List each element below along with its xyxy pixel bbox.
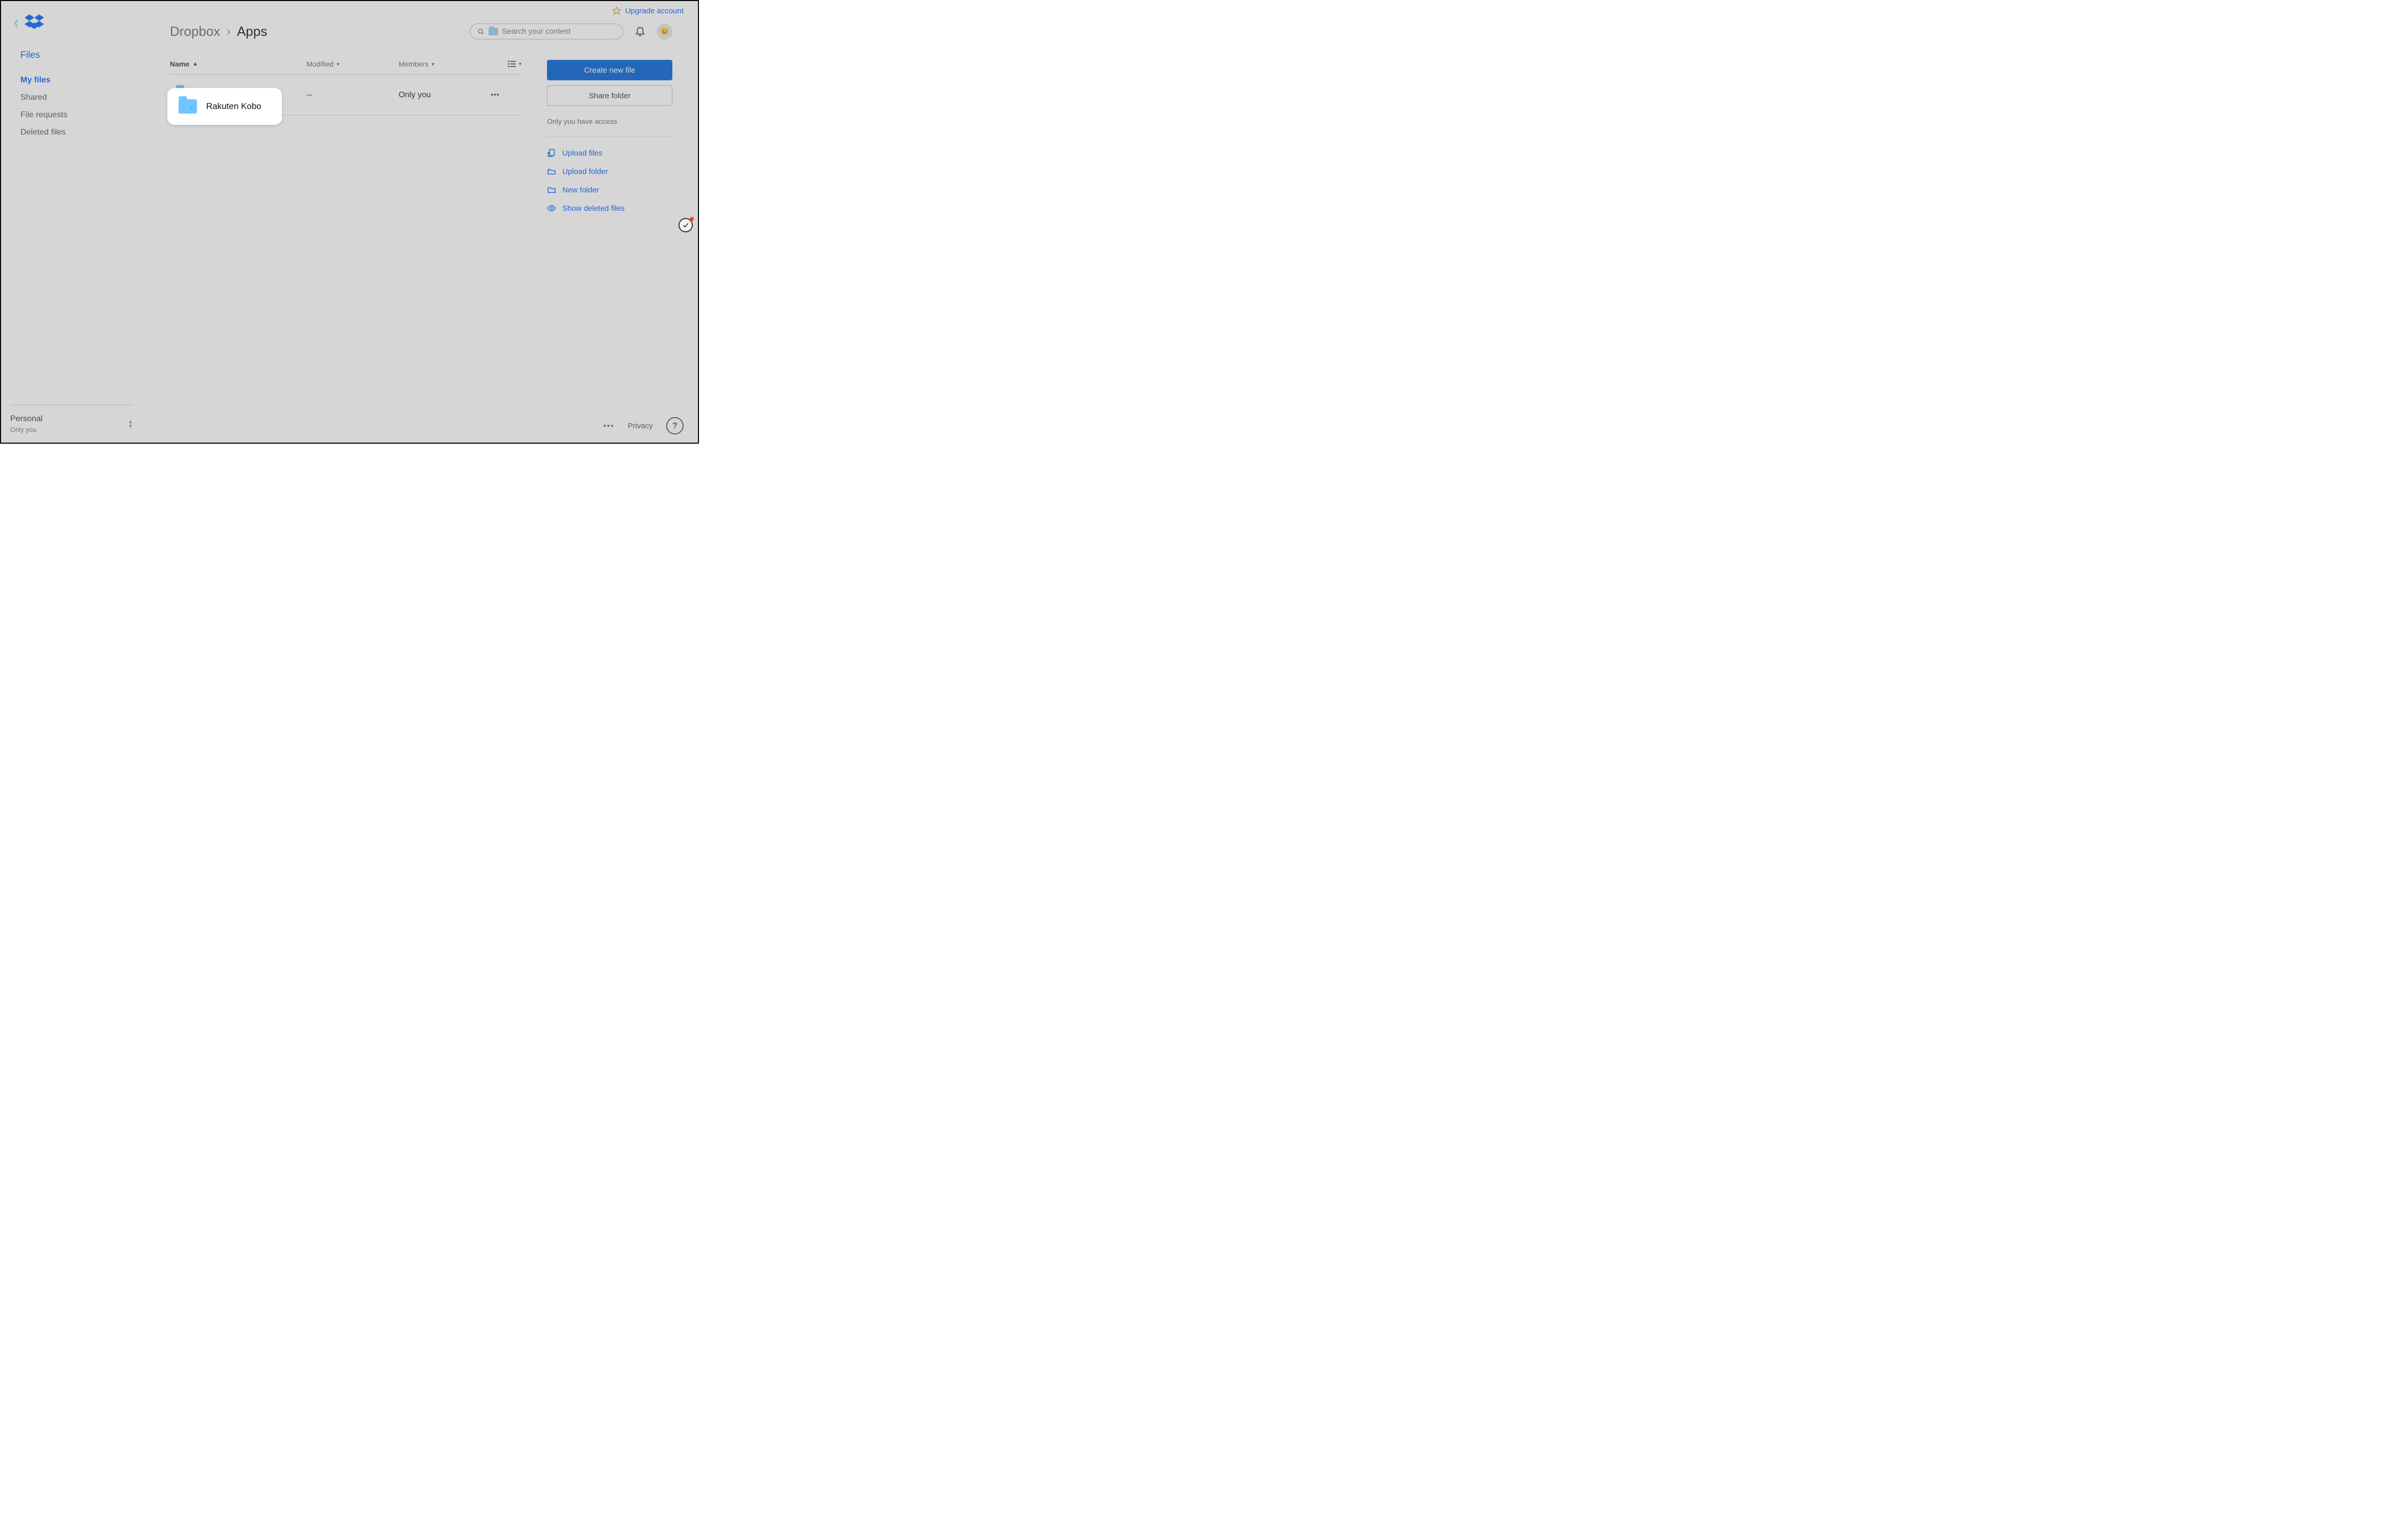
- privacy-link[interactable]: Privacy: [628, 422, 653, 430]
- upload-folder-icon: [547, 167, 556, 176]
- upload-files-link[interactable]: Upload files: [547, 148, 672, 158]
- create-new-file-button[interactable]: Create new file: [547, 60, 672, 80]
- access-text: Only you have access: [547, 117, 672, 125]
- breadcrumb-separator-icon: ›: [226, 24, 231, 39]
- upload-files-icon: [547, 148, 556, 158]
- list-view-icon: [508, 60, 516, 68]
- help-icon[interactable]: ?: [666, 417, 684, 434]
- column-header-members[interactable]: Members▾: [399, 60, 491, 68]
- search-icon: [477, 28, 485, 35]
- app-folder-icon: [179, 99, 197, 114]
- new-folder-link[interactable]: New folder: [547, 185, 672, 194]
- upgrade-link[interactable]: Upgrade account: [612, 6, 684, 15]
- dropdown-icon: ▾: [431, 61, 434, 68]
- breadcrumb-current: Apps: [237, 24, 267, 39]
- sync-status-badge-icon[interactable]: [678, 218, 693, 232]
- view-mode-toggle[interactable]: ▾: [508, 60, 521, 68]
- highlighted-folder[interactable]: Rakuten Kobo: [167, 88, 282, 125]
- sidebar-item-deleted-files[interactable]: Deleted files: [20, 128, 144, 137]
- breadcrumb-root[interactable]: Dropbox: [170, 24, 220, 39]
- avatar[interactable]: 😐: [657, 24, 672, 39]
- file-members: Only you: [399, 91, 491, 100]
- upload-folder-link[interactable]: Upload folder: [547, 167, 672, 176]
- dropbox-logo-icon[interactable]: [25, 14, 44, 31]
- dropdown-icon: ▾: [337, 61, 340, 68]
- new-folder-icon: [547, 185, 556, 194]
- file-list: Name▲ Modified▾ Members▾ ▾: [170, 60, 521, 222]
- column-header-name[interactable]: Name▲: [170, 60, 307, 68]
- file-modified: --: [307, 91, 399, 100]
- notifications-icon[interactable]: [634, 25, 646, 38]
- upgrade-label: Upgrade account: [625, 7, 684, 15]
- updown-icon: ▲▼: [128, 420, 133, 429]
- row-more-icon[interactable]: •••: [491, 91, 521, 100]
- account-name: Personal: [10, 414, 42, 424]
- sidebar-item-shared[interactable]: Shared: [20, 93, 144, 102]
- sidebar: ❮ Files My files Shared File requests De…: [1, 1, 144, 443]
- eye-icon: [547, 204, 556, 213]
- search-input[interactable]: [502, 27, 616, 36]
- search-box[interactable]: [470, 24, 623, 39]
- column-header-modified[interactable]: Modified▾: [307, 60, 399, 68]
- account-sub: Only you: [10, 426, 42, 433]
- sort-asc-icon: ▲: [192, 61, 198, 67]
- sidebar-item-my-files[interactable]: My files: [20, 76, 144, 85]
- right-panel: Create new file Share folder Only you ha…: [547, 60, 672, 222]
- breadcrumb: Dropbox › Apps: [170, 24, 267, 39]
- main: Upgrade account Dropbox › Apps 😐: [144, 1, 698, 443]
- back-chevron-icon[interactable]: ❮: [13, 18, 19, 27]
- sidebar-item-file-requests[interactable]: File requests: [20, 111, 144, 120]
- account-switcher[interactable]: Personal Only you ▲▼: [10, 405, 133, 433]
- highlighted-folder-name: Rakuten Kobo: [206, 101, 261, 112]
- share-folder-button[interactable]: Share folder: [547, 85, 672, 106]
- search-scope-folder-icon[interactable]: [489, 28, 498, 35]
- show-deleted-link[interactable]: Show deleted files: [547, 204, 672, 213]
- sidebar-section-files[interactable]: Files: [20, 50, 144, 60]
- footer-more-icon[interactable]: •••: [603, 422, 615, 430]
